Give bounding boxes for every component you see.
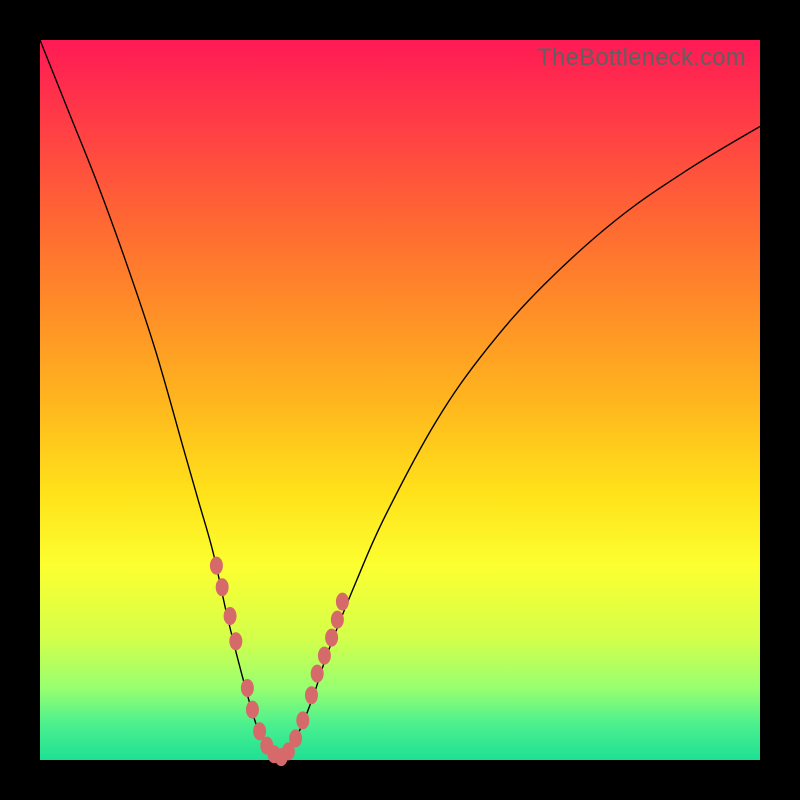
dot bbox=[318, 647, 331, 665]
outer-frame: TheBottleneck.com bbox=[0, 0, 800, 800]
dot bbox=[289, 729, 302, 747]
curve-overlay bbox=[40, 40, 760, 760]
dot bbox=[331, 611, 344, 629]
dot bbox=[311, 665, 324, 683]
dot bbox=[305, 686, 318, 704]
dot bbox=[229, 632, 242, 650]
bottleneck-curve bbox=[40, 40, 760, 760]
dot bbox=[210, 557, 223, 575]
dot bbox=[246, 701, 259, 719]
dot bbox=[224, 607, 237, 625]
dot bbox=[296, 711, 309, 729]
dot bbox=[216, 578, 229, 596]
highlighted-dots bbox=[210, 557, 349, 767]
dot bbox=[241, 679, 254, 697]
dot bbox=[336, 593, 349, 611]
dot bbox=[325, 629, 338, 647]
plot-area: TheBottleneck.com bbox=[40, 40, 760, 760]
